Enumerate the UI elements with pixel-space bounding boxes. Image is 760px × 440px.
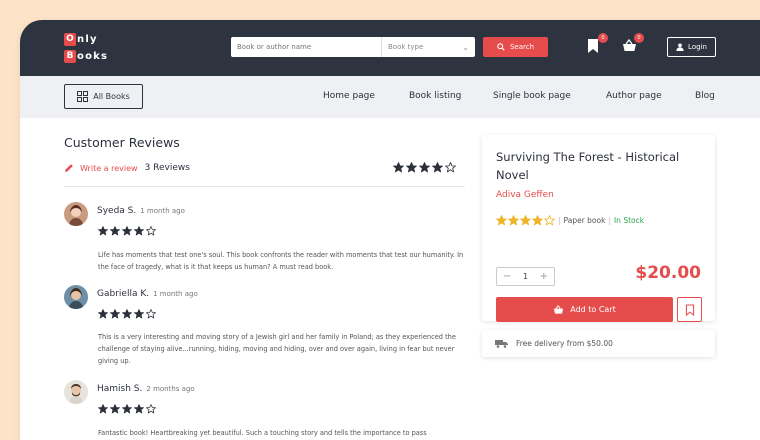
review-text: This is a very interesting and moving st… <box>98 333 456 365</box>
star-filled-icon <box>520 215 531 226</box>
star-filled-icon <box>134 309 144 319</box>
star-filled-icon <box>406 162 417 173</box>
reviewer-name: Hamish S. 2 months ago <box>97 384 195 394</box>
product-meta-row: | Paper book | In Stock <box>496 215 644 226</box>
product-rating-stars <box>496 215 555 226</box>
main-nav: All Books Home page Book listing Single … <box>20 76 760 118</box>
quantity-value: 1 <box>522 272 529 281</box>
search-button[interactable]: Search <box>483 37 548 57</box>
reviews-title: Customer Reviews <box>64 135 180 150</box>
basket-icon <box>554 304 564 314</box>
star-filled-icon <box>496 215 507 226</box>
reviews-meta-row: Write a review 3 Reviews <box>64 163 190 173</box>
divider <box>64 186 465 187</box>
search-input[interactable] <box>231 37 381 57</box>
star-filled-icon <box>122 226 132 236</box>
star-outline-icon <box>146 309 156 319</box>
nav-book-listing[interactable]: Book listing <box>409 91 461 101</box>
review-stars <box>98 404 156 414</box>
review-time: 2 months ago <box>146 385 195 393</box>
star-outline-icon <box>445 162 456 173</box>
star-filled-icon <box>110 226 120 236</box>
nav-single-book-page[interactable]: Single book page <box>493 91 571 101</box>
nav-author-page[interactable]: Author page <box>606 91 662 101</box>
user-icon <box>676 43 684 51</box>
star-filled-icon <box>110 404 120 414</box>
star-filled-icon <box>532 215 543 226</box>
review-time: 1 month ago <box>140 207 185 215</box>
logo[interactable]: O nly B ooks <box>64 31 108 65</box>
star-outline-icon <box>544 215 555 226</box>
avatar <box>64 202 88 226</box>
search-button-label: Search <box>509 43 535 51</box>
star-filled-icon <box>98 404 108 414</box>
bookmarks-button[interactable]: 0 <box>586 33 608 54</box>
add-to-cart-label: Add to Cart <box>570 305 616 314</box>
star-filled-icon <box>122 404 132 414</box>
review-count: 3 Reviews <box>144 163 190 173</box>
star-filled-icon <box>98 226 108 236</box>
delivery-text: Free delivery from $50.00 <box>516 339 613 348</box>
product-title: Surviving The Forest - Historical Novel <box>496 150 680 182</box>
truck-icon <box>495 340 508 348</box>
login-button[interactable]: Login <box>667 37 716 57</box>
stock-status: In Stock <box>613 216 645 225</box>
review-text: Fantastic book! Heartbreaking yet beauti… <box>98 429 427 437</box>
pencil-icon <box>65 164 73 172</box>
product-price: $20.00 <box>635 263 701 283</box>
logo-text-nly: nly <box>77 33 98 45</box>
reviewer-name: Gabriella K. 1 month ago <box>97 289 198 299</box>
quantity-stepper[interactable]: − 1 + <box>496 267 555 286</box>
star-filled-icon <box>110 309 120 319</box>
all-books-label: All Books <box>93 92 130 101</box>
cart-button[interactable]: 0 <box>622 33 644 54</box>
review-stars <box>98 309 156 319</box>
star-filled-icon <box>432 162 443 173</box>
logo-letter-o: O <box>64 32 76 46</box>
wishlist-button[interactable] <box>677 297 702 322</box>
nav-blog[interactable]: Blog <box>695 91 715 101</box>
add-to-cart-button[interactable]: Add to Cart <box>496 297 673 322</box>
cart-count-badge: 0 <box>634 33 644 43</box>
bookmark-icon <box>685 303 694 316</box>
search-bar: Book type ⌄ Search <box>231 37 548 57</box>
average-rating-stars <box>393 162 456 173</box>
avatar <box>64 380 88 404</box>
star-filled-icon <box>393 162 404 173</box>
book-type-select[interactable]: Book type ⌄ <box>381 37 475 57</box>
star-filled-icon <box>419 162 430 173</box>
delivery-info: Free delivery from $50.00 <box>482 330 715 357</box>
star-outline-icon <box>146 404 156 414</box>
login-label: Login <box>688 43 707 51</box>
star-filled-icon <box>134 226 144 236</box>
app-window: O nly B ooks Book type ⌄ Search 0 <box>20 20 760 440</box>
product-card: Surviving The Forest - Historical Novel … <box>482 135 715 322</box>
star-filled-icon <box>122 309 132 319</box>
star-filled-icon <box>98 309 108 319</box>
star-filled-icon <box>508 215 519 226</box>
review-stars <box>98 226 156 236</box>
product-author[interactable]: Adiva Geffen <box>496 190 554 200</box>
star-outline-icon <box>146 226 156 236</box>
nav-home-page[interactable]: Home page <box>323 91 375 101</box>
logo-text-ooks: ooks <box>77 50 109 62</box>
grid-icon <box>77 91 89 102</box>
review-time: 1 month ago <box>153 290 198 298</box>
reviewer-name: Syeda S. 1 month ago <box>97 206 185 216</box>
product-format: Paper book <box>563 216 606 225</box>
all-books-button[interactable]: All Books <box>64 84 143 109</box>
bookmark-count-badge: 0 <box>598 33 608 43</box>
top-header: O nly B ooks Book type ⌄ Search 0 <box>20 20 760 76</box>
avatar <box>64 285 88 309</box>
chevron-down-icon: ⌄ <box>462 42 469 52</box>
star-filled-icon <box>134 404 144 414</box>
review-text: Life has moments that test one's soul. T… <box>98 251 464 271</box>
book-type-label: Book type <box>388 43 424 51</box>
plus-icon[interactable]: + <box>540 271 548 282</box>
write-review-link[interactable]: Write a review <box>80 164 138 173</box>
logo-letter-b: B <box>64 49 76 63</box>
minus-icon[interactable]: − <box>503 271 511 282</box>
search-icon <box>497 43 505 51</box>
